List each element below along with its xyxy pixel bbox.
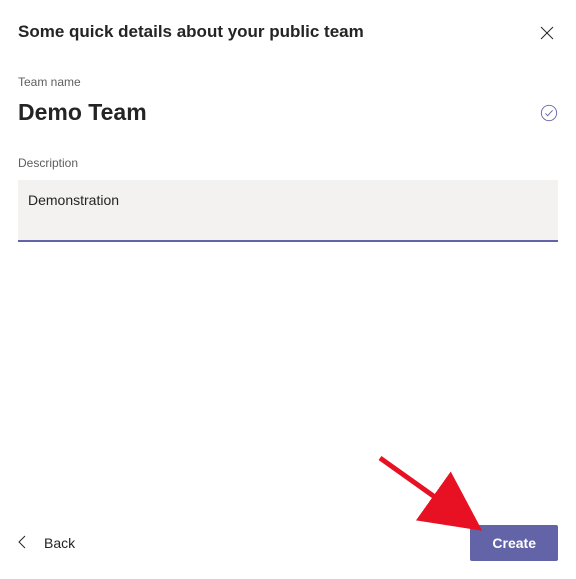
description-field: Description xyxy=(18,156,558,247)
create-button[interactable]: Create xyxy=(470,525,558,561)
dialog-container: Some quick details about your public tea… xyxy=(0,0,576,579)
description-input[interactable] xyxy=(18,180,558,242)
team-name-label: Team name xyxy=(18,75,558,89)
team-name-value[interactable]: Demo Team xyxy=(18,99,147,126)
back-label: Back xyxy=(44,535,75,551)
close-button[interactable] xyxy=(536,22,558,47)
dialog-footer: Back Create xyxy=(18,505,558,561)
close-icon xyxy=(540,27,554,43)
chevron-left-icon xyxy=(18,535,26,552)
dialog-header: Some quick details about your public tea… xyxy=(18,22,558,47)
back-button[interactable]: Back xyxy=(18,529,75,558)
description-label: Description xyxy=(18,156,558,170)
team-name-row: Demo Team xyxy=(18,99,558,126)
check-circle-icon xyxy=(540,104,558,122)
dialog-title: Some quick details about your public tea… xyxy=(18,22,364,42)
team-name-field: Team name Demo Team xyxy=(18,75,558,126)
